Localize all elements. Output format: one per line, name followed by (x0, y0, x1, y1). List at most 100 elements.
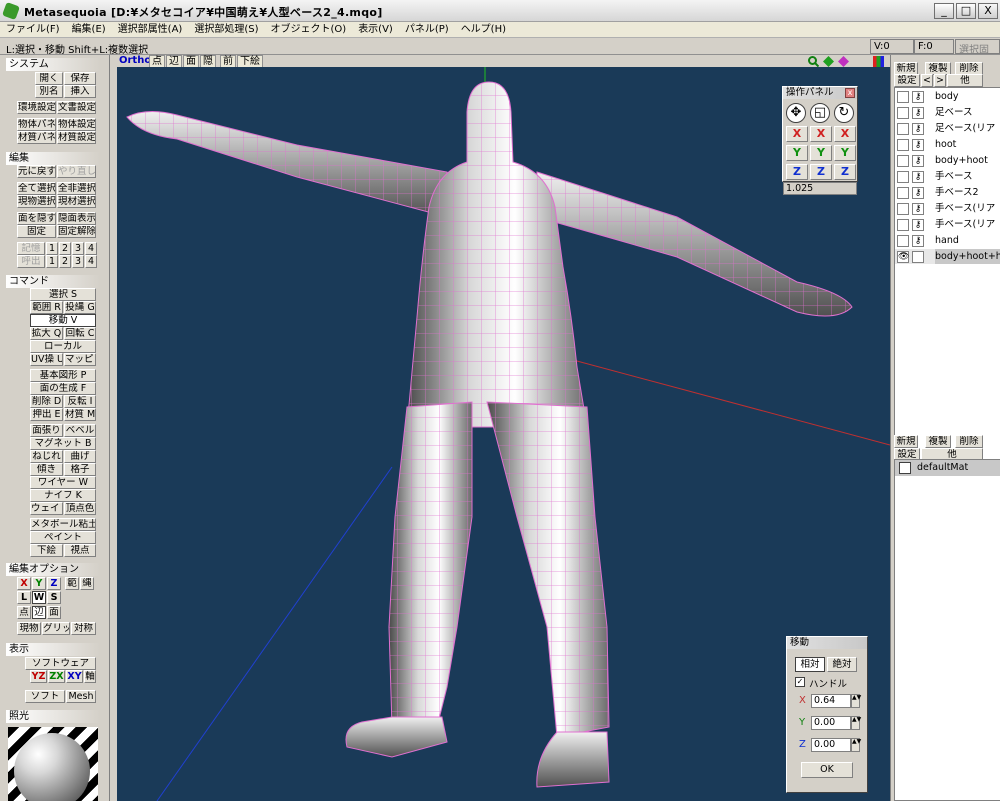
material-clone-button[interactable]: 複製 (925, 435, 951, 448)
object-other-button[interactable]: 他 (947, 74, 983, 87)
open-button[interactable]: 開く (35, 72, 63, 85)
object-row[interactable]: ⚷ body (895, 89, 1000, 104)
axis-x-toggle[interactable]: X (17, 577, 31, 590)
move-z-button[interactable]: Z (786, 164, 808, 180)
object-prev-button[interactable]: < (921, 74, 933, 87)
lasso-tool-button[interactable]: 投縄 G (64, 301, 96, 314)
lock-icon[interactable]: ⚷ (912, 107, 924, 119)
mapping-tool-button[interactable]: マッピング (64, 353, 96, 366)
visibility-toggle[interactable] (897, 139, 909, 151)
visibility-toggle[interactable] (897, 187, 909, 199)
close-button[interactable]: X (978, 3, 998, 19)
knife-tool-button[interactable]: ナイフ K (30, 489, 96, 502)
selection-lock-button[interactable]: 選択固定 (955, 39, 1000, 71)
visibility-toggle[interactable] (897, 107, 909, 119)
local-coord-toggle[interactable]: L (17, 591, 31, 604)
memory-slot-1[interactable]: 1 (46, 242, 58, 255)
metaball-tool-button[interactable]: メタボール粘土 (30, 518, 96, 531)
object-row[interactable]: ⚷ body+hoot (895, 153, 1000, 168)
xy-view-button[interactable]: XY (66, 670, 83, 683)
material-row[interactable]: defaultMat (895, 460, 1000, 476)
visibility-toggle[interactable] (897, 219, 909, 231)
uv-tool-button[interactable]: UV操 U (30, 353, 63, 366)
recall-slot-1[interactable]: 1 (46, 255, 58, 268)
material-tool-button[interactable]: 材質 M (64, 408, 96, 421)
deselect-all-button[interactable]: 全非選択 (57, 182, 96, 195)
eye-icon[interactable]: 👁 (897, 251, 909, 263)
object-settings-button[interactable]: 物体設定 (57, 118, 96, 131)
memory-slot-3[interactable]: 3 (72, 242, 84, 255)
select-tool-button[interactable]: 選択 S (30, 288, 96, 301)
object-row-selected[interactable]: 👁 body+hoot+ha (895, 249, 1000, 264)
weight-tool-button[interactable]: ウェイト (30, 502, 63, 515)
lattice-tool-button[interactable]: 格子 (64, 463, 96, 476)
zx-view-button[interactable]: ZX (48, 670, 65, 683)
screen-coord-toggle[interactable]: S (47, 591, 61, 604)
material-new-button[interactable]: 新規 (894, 435, 918, 448)
scale-handle-icon[interactable]: ◱ (810, 103, 830, 123)
hide-faces-button[interactable]: 面を隠す (17, 212, 56, 225)
twist-tool-button[interactable]: ねじれ (30, 450, 63, 463)
operation-panel-close-button[interactable]: x (845, 88, 855, 98)
lock-icon[interactable]: ⚷ (912, 123, 924, 135)
face-generate-tool-button[interactable]: 面の生成 F (30, 382, 96, 395)
edge-mode-toggle[interactable]: 辺 (32, 606, 46, 619)
software-render-button[interactable]: ソフトウェア (25, 657, 96, 670)
material-panel-button[interactable]: 材質パネル (17, 131, 56, 144)
scale-y-button[interactable]: Y (810, 145, 832, 161)
grid-toggle[interactable]: グリッド (42, 622, 70, 635)
pan-view-icon[interactable] (823, 56, 834, 67)
rotate-view-icon[interactable] (838, 56, 849, 67)
show-hidden-button[interactable]: 隠面表示 (57, 212, 96, 225)
memory-slot-2[interactable]: 2 (59, 242, 71, 255)
lock-icon[interactable]: ⚷ (912, 91, 924, 103)
scale-z-button[interactable]: Z (810, 164, 832, 180)
lock-toggle[interactable] (912, 251, 924, 263)
lock-icon[interactable]: ⚷ (912, 155, 924, 167)
axis-z-toggle[interactable]: Z (47, 577, 61, 590)
face-fill-tool-button[interactable]: 面張り (30, 424, 63, 437)
save-as-button[interactable]: 別名 (35, 85, 63, 98)
zoom-view-icon[interactable] (808, 56, 820, 68)
menu-selection-attr[interactable]: 選択部属性(A) (112, 22, 189, 38)
menu-help[interactable]: ヘルプ(H) (455, 22, 512, 38)
menu-selection-process[interactable]: 選択部処理(S) (188, 22, 264, 38)
menu-file[interactable]: ファイル(F) (0, 22, 66, 38)
y-value-input[interactable]: 0.00 (811, 716, 851, 730)
lock-icon[interactable]: ⚷ (912, 219, 924, 231)
mesh-display-button[interactable]: Mesh (66, 690, 96, 703)
soft-display-button[interactable]: ソフト (25, 690, 65, 703)
scale-tool-button[interactable]: 拡大 Q (30, 327, 63, 340)
material-delete-button[interactable]: 削除 (955, 435, 983, 448)
select-current-object-button[interactable]: 現物選択 (17, 195, 56, 208)
menu-view[interactable]: 表示(V) (352, 22, 399, 38)
lock-icon[interactable]: ⚷ (912, 235, 924, 247)
invert-tool-button[interactable]: 反転 I (64, 395, 96, 408)
lasso-option-toggle[interactable]: 縄 (80, 577, 94, 590)
object-row[interactable]: ⚷ 手ベース(リア (895, 201, 1000, 216)
3d-viewport[interactable] (117, 67, 890, 801)
sketch-tool-button[interactable]: 下絵 (30, 544, 63, 557)
move-y-button[interactable]: Y (786, 145, 808, 161)
recall-slot-2[interactable]: 2 (59, 255, 71, 268)
y-spinner[interactable]: ▲▼ (851, 716, 861, 730)
symmetry-toggle[interactable]: 対称 (71, 622, 96, 635)
delete-tool-button[interactable]: 削除 D (30, 395, 63, 408)
current-object-toggle[interactable]: 現物 (17, 622, 41, 635)
extrude-tool-button[interactable]: 押出 E (30, 408, 63, 421)
undo-button[interactable]: 元に戻す (17, 165, 56, 178)
lock-icon[interactable]: ⚷ (912, 187, 924, 199)
absolute-mode-button[interactable]: 絶対 (827, 657, 857, 672)
lock-icon[interactable]: ⚷ (912, 203, 924, 215)
object-row[interactable]: ⚷ 手ベース (895, 169, 1000, 184)
local-tool-button[interactable]: ローカル (30, 340, 96, 353)
color-view-icon[interactable] (873, 56, 884, 67)
object-row[interactable]: ⚷ 足ベース(リア (895, 121, 1000, 136)
lock-icon[interactable]: ⚷ (912, 139, 924, 151)
relative-mode-button[interactable]: 相対 (795, 657, 825, 672)
object-row[interactable]: ⚷ hand (895, 233, 1000, 248)
rotate-y-button[interactable]: Y (834, 145, 856, 161)
ok-button[interactable]: OK (801, 762, 853, 778)
vertex-color-tool-button[interactable]: 頂点色 (64, 502, 96, 515)
select-current-material-button[interactable]: 現材選択 (57, 195, 96, 208)
